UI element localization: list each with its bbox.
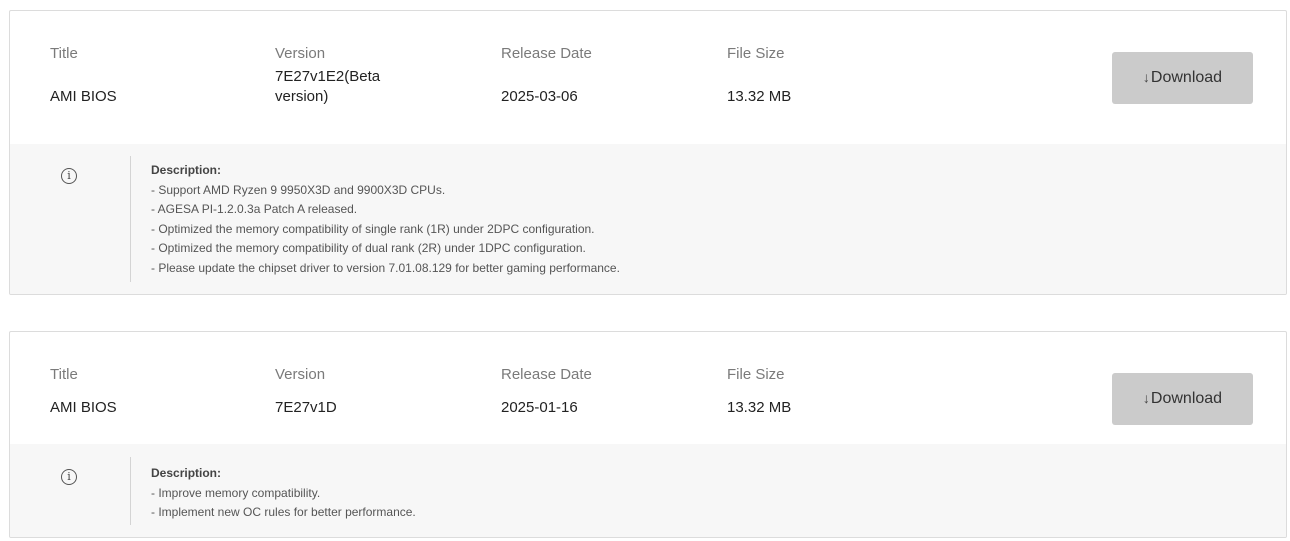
file-size-label: File Size: [727, 366, 785, 383]
title-column: Title AMI BIOS: [50, 365, 250, 418]
title-column: Title AMI BIOS: [50, 44, 250, 107]
description-line: - Implement new OC rules for better perf…: [151, 505, 416, 520]
bios-card: Title AMI BIOS Version 7E27v1E2(Beta ver…: [9, 10, 1287, 295]
info-circle-icon: i: [61, 469, 77, 485]
version-column: Version 7E27v1E2(Beta version): [275, 44, 415, 107]
description-heading: Description:: [151, 163, 222, 177]
description-line: - Improve memory compatibility.: [151, 485, 321, 500]
download-arrow-icon: ↓: [1142, 69, 1150, 85]
version-label: Version: [275, 45, 326, 62]
description-text: Description: - Support AMD Ryzen 9 9950X…: [151, 161, 620, 279]
release-date-label: Release Date: [501, 45, 592, 62]
download-arrow-icon: ↓: [1142, 390, 1150, 406]
description-line: - Optimized the memory compatibility of …: [151, 221, 595, 236]
release-date-value: 2025-01-16: [501, 399, 578, 416]
file-size-value: 13.32 MB: [727, 88, 792, 105]
title-label: Title: [50, 45, 78, 62]
bios-download-list: Title AMI BIOS Version 7E27v1E2(Beta ver…: [0, 0, 1290, 541]
description-divider: [130, 457, 131, 525]
download-button-label: Download: [1150, 390, 1223, 407]
file-size-value: 13.32 MB: [727, 399, 792, 416]
file-size-column: File Size 13.32 MB: [727, 44, 927, 107]
description-line: - Please update the chipset driver to ve…: [151, 260, 620, 275]
download-button[interactable]: ↓ Download: [1112, 373, 1253, 425]
version-value: 7E27v1E2(Beta version): [275, 68, 381, 105]
release-date-label: Release Date: [501, 366, 592, 383]
release-date-column: Release Date 2025-01-16: [501, 365, 701, 418]
description-line: - AGESA PI-1.2.0.3a Patch A released.: [151, 202, 358, 217]
bios-card-header: Title AMI BIOS Version 7E27v1D Release D…: [10, 332, 1286, 444]
description-divider: [130, 156, 131, 282]
description-panel: i Description: - Support AMD Ryzen 9 995…: [10, 144, 1286, 294]
release-date-value: 2025-03-06: [501, 88, 578, 105]
description-line: - Optimized the memory compatibility of …: [151, 241, 586, 256]
download-button[interactable]: ↓ Download: [1112, 52, 1253, 104]
title-label: Title: [50, 366, 78, 383]
bios-card: Title AMI BIOS Version 7E27v1D Release D…: [9, 331, 1287, 538]
description-line: - Support AMD Ryzen 9 9950X3D and 9900X3…: [151, 182, 446, 197]
version-label: Version: [275, 366, 326, 383]
title-value: AMI BIOS: [50, 399, 117, 416]
download-button-label: Download: [1150, 69, 1223, 86]
version-column: Version 7E27v1D: [275, 365, 415, 418]
title-value: AMI BIOS: [50, 88, 117, 105]
bios-card-header: Title AMI BIOS Version 7E27v1E2(Beta ver…: [10, 11, 1286, 144]
info-circle-icon: i: [61, 168, 77, 184]
release-date-column: Release Date 2025-03-06: [501, 44, 701, 107]
description-text: Description: - Improve memory compatibil…: [151, 464, 416, 523]
version-value: 7E27v1D: [275, 399, 337, 416]
description-panel: i Description: - Improve memory compatib…: [10, 444, 1286, 537]
file-size-label: File Size: [727, 45, 785, 62]
file-size-column: File Size 13.32 MB: [727, 365, 927, 418]
description-heading: Description:: [151, 466, 222, 480]
